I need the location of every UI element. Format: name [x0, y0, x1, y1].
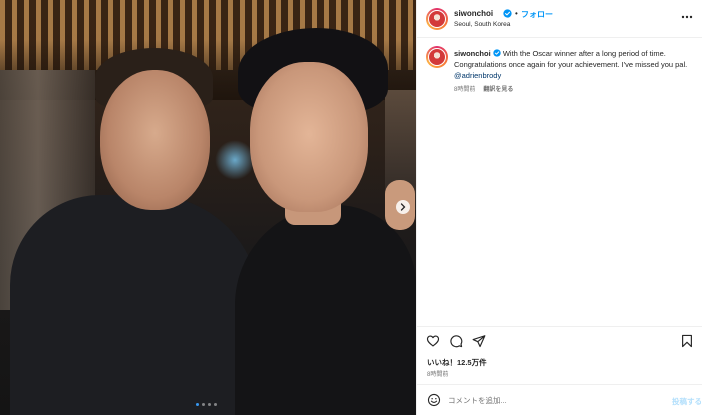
chevron-right-icon	[400, 203, 406, 211]
caption-meta: 8時間前 翻訳を見る	[454, 84, 513, 93]
avatar[interactable]	[426, 8, 448, 30]
carousel-dot	[202, 403, 205, 406]
translate-button[interactable]: 翻訳を見る	[483, 84, 513, 93]
post-comment-button[interactable]: 投稿する	[672, 396, 702, 407]
heart-icon[interactable]	[426, 334, 440, 348]
comment-input[interactable]	[448, 391, 658, 409]
post-photo[interactable]	[0, 0, 416, 415]
likes-count[interactable]: いいね！12.5万件	[427, 357, 487, 368]
comment-bubble-icon[interactable]	[449, 334, 463, 348]
carousel-dot	[208, 403, 211, 406]
post-timestamp: 8時間前	[427, 372, 449, 378]
post-side-panel: siwonchoi • フォロー Seoul, South Korea siwo…	[416, 0, 702, 415]
caption-mention-link[interactable]: @adrienbrody	[454, 71, 501, 80]
location-link[interactable]: Seoul, South Korea	[454, 21, 510, 28]
photo-person-right-body	[235, 205, 416, 415]
photo-background-light	[215, 140, 255, 180]
follow-button[interactable]: フォロー	[521, 9, 553, 20]
photo-person-left-body	[10, 195, 260, 415]
carousel-dot	[196, 403, 199, 406]
photo-person-left-face	[100, 70, 210, 210]
username-link[interactable]: siwonchoi	[454, 9, 493, 18]
verified-badge-icon	[493, 49, 501, 57]
action-bar	[417, 326, 702, 354]
verified-badge-icon	[503, 8, 512, 18]
more-dots-icon[interactable]	[680, 12, 694, 22]
carousel-next-button[interactable]	[396, 200, 410, 214]
caption: siwonchoi With the Oscar winner after a …	[454, 48, 694, 81]
paper-plane-icon[interactable]	[472, 334, 486, 348]
caption-username-link[interactable]: siwonchoi	[454, 49, 491, 58]
comment-bar: 投稿する	[417, 384, 702, 415]
carousel-dot	[214, 403, 217, 406]
avatar[interactable]	[426, 46, 448, 68]
photo-person-right-face	[250, 62, 368, 212]
caption-timestamp: 8時間前	[454, 87, 476, 93]
header-separator: •	[515, 9, 518, 18]
post-header: siwonchoi • フォロー Seoul, South Korea	[417, 0, 702, 38]
smiley-icon[interactable]	[427, 393, 441, 407]
carousel-indicator	[196, 403, 217, 406]
bookmark-icon[interactable]	[680, 334, 694, 348]
